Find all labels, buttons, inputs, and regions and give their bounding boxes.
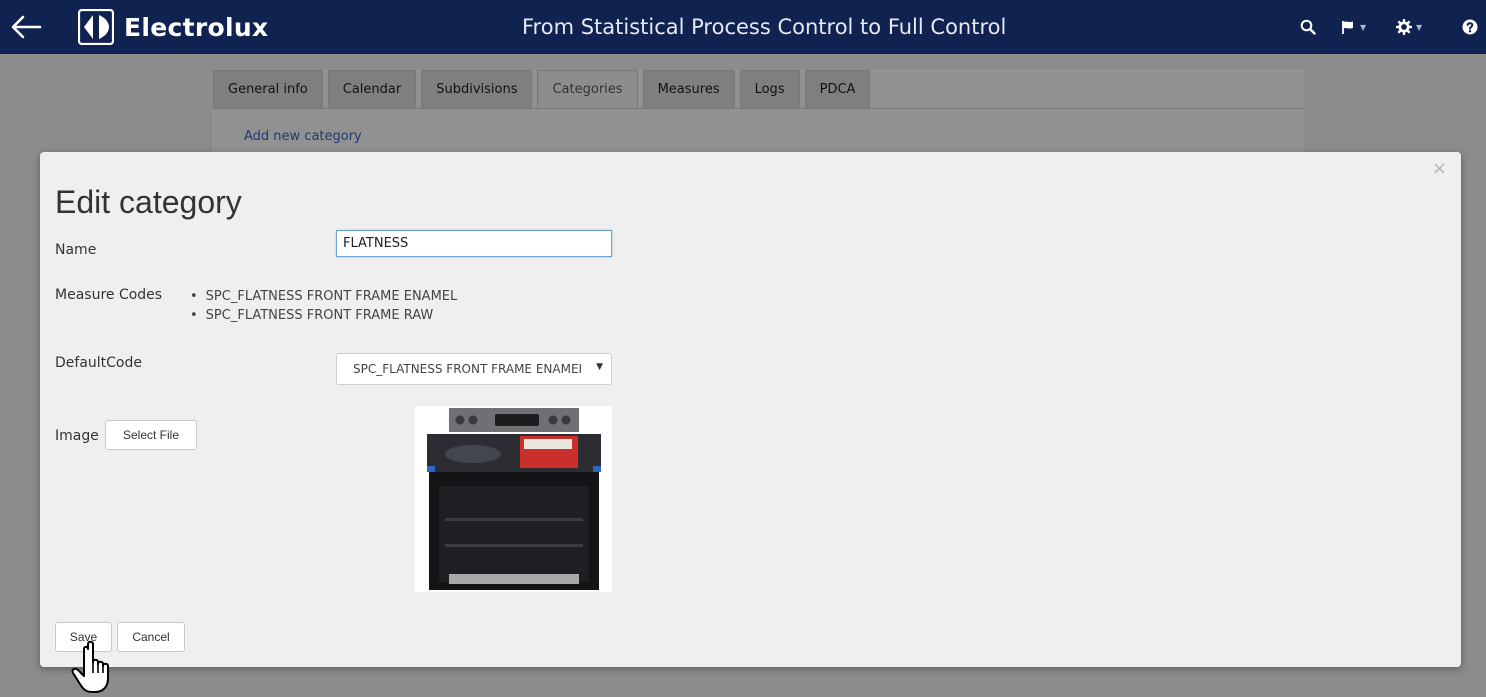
tab-categories[interactable]: Categories — [537, 70, 638, 108]
measure-codes-list: SPC_FLATNESS FRONT FRAME ENAMEL SPC_FLAT… — [190, 287, 458, 325]
electrolux-logo-icon — [78, 9, 114, 45]
name-label: Name — [55, 242, 97, 258]
brand-name: Electrolux — [124, 12, 269, 42]
cancel-button[interactable]: Cancel — [117, 622, 185, 652]
category-image — [415, 406, 612, 592]
back-button[interactable] — [8, 12, 44, 42]
help-icon — [1462, 19, 1478, 35]
list-item: SPC_FLATNESS FRONT FRAME ENAMEL — [190, 287, 458, 306]
page-title: From Statistical Process Control to Full… — [522, 15, 1007, 39]
default-code-label: DefaultCode — [55, 355, 142, 371]
tab-bar: General info Calendar Subdivisions Categ… — [213, 70, 875, 108]
arrow-left-icon — [11, 15, 42, 39]
close-icon[interactable]: × — [1432, 158, 1447, 179]
flag-icon — [1342, 21, 1353, 34]
measure-codes-label: Measure Codes — [55, 287, 163, 303]
select-file-button[interactable]: Select File — [105, 420, 197, 450]
help-button[interactable] — [1462, 19, 1478, 35]
chevron-down-icon: ▼ — [1416, 22, 1423, 32]
search-icon — [1300, 19, 1316, 35]
tab-logs[interactable]: Logs — [739, 70, 800, 108]
add-new-category-link[interactable]: Add new category — [244, 129, 362, 144]
chevron-down-icon: ▼ — [596, 362, 603, 372]
gear-icon — [1396, 19, 1412, 35]
default-code-value: SPC_FLATNESS FRONT FRAME ENAMEL — [353, 362, 581, 376]
name-input[interactable] — [336, 230, 612, 257]
tab-subdivisions[interactable]: Subdivisions — [421, 70, 533, 108]
oven-image-icon — [415, 406, 612, 592]
list-item: SPC_FLATNESS FRONT FRAME RAW — [190, 306, 457, 325]
hand-cursor-icon — [68, 640, 124, 696]
search-button[interactable] — [1300, 19, 1316, 35]
tab-divider — [213, 108, 1303, 109]
chevron-down-icon: ▼ — [1360, 22, 1367, 32]
flag-menu[interactable]: ▼ — [1340, 19, 1366, 35]
tab-general-info[interactable]: General info — [213, 70, 323, 108]
tab-pdca[interactable]: PDCA — [804, 70, 871, 108]
image-label: Image — [55, 428, 99, 444]
top-bar: Electrolux From Statistical Process Cont… — [0, 0, 1486, 54]
brand-logo[interactable]: Electrolux — [78, 9, 268, 45]
default-code-select[interactable]: SPC_FLATNESS FRONT FRAME ENAMEL ▼ — [336, 353, 612, 385]
edit-category-modal: × Edit category Name Measure Codes SPC_F… — [40, 152, 1461, 667]
modal-title: Edit category — [55, 184, 242, 220]
tab-measures[interactable]: Measures — [642, 70, 735, 108]
settings-menu[interactable]: ▼ — [1396, 19, 1422, 35]
tab-calendar[interactable]: Calendar — [327, 70, 417, 108]
